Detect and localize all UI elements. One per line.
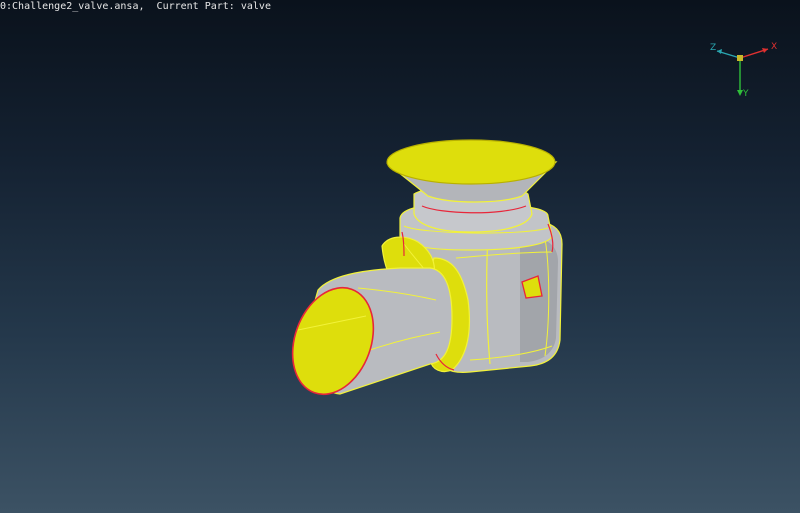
valve-model[interactable]: [0, 0, 800, 513]
valve-body-shade: [520, 236, 558, 362]
3d-viewport[interactable]: 0:Challenge2_valve.ansa, Current Part: v…: [0, 0, 800, 513]
funnel-top-face: [386, 139, 556, 185]
